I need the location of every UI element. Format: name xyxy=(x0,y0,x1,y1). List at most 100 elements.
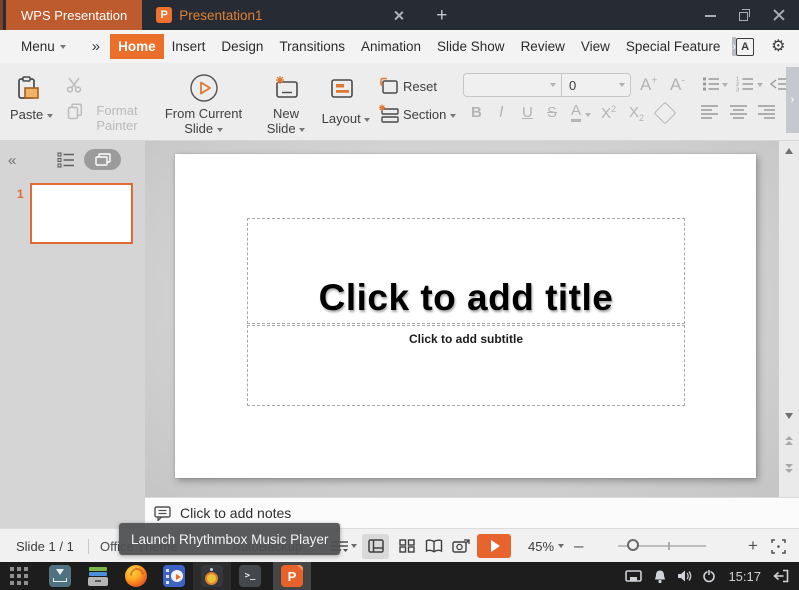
align-center-icon[interactable] xyxy=(730,104,747,119)
superscript-button[interactable]: X2 xyxy=(601,104,616,122)
reading-view-button[interactable] xyxy=(420,534,447,559)
bold-button[interactable]: B xyxy=(471,104,482,121)
reset-icon[interactable] xyxy=(379,77,399,95)
decrease-indent-icon[interactable] xyxy=(770,76,786,92)
tab-special-feature[interactable]: Special Feature xyxy=(618,34,729,59)
paste-button[interactable]: Paste xyxy=(10,107,53,122)
title-placeholder[interactable]: Click to add title xyxy=(247,218,685,324)
zoom-out-button[interactable]: – xyxy=(574,529,583,563)
settings-gear-icon[interactable]: ⚙ xyxy=(771,38,785,55)
zoom-in-button[interactable]: + xyxy=(748,529,758,563)
new-slide-button[interactable]: New Slide xyxy=(258,106,314,136)
tab-close-icon[interactable] xyxy=(393,10,404,21)
restore-icon[interactable] xyxy=(739,9,751,21)
scroll-up-icon[interactable] xyxy=(785,148,793,154)
increase-font-size-button[interactable]: A+ xyxy=(640,75,657,95)
minimize-icon[interactable] xyxy=(705,9,717,21)
font-size-combobox[interactable]: 0 xyxy=(562,74,630,96)
numbered-list-icon[interactable]: 1 2 3 xyxy=(736,76,754,92)
close-icon[interactable] xyxy=(773,9,785,21)
vertical-scrollbar[interactable] xyxy=(779,141,799,497)
cut-icon[interactable] xyxy=(66,77,84,93)
tab-transitions[interactable]: Transitions xyxy=(271,34,353,59)
reset-button[interactable]: Reset xyxy=(403,79,437,94)
next-slide-icon[interactable] xyxy=(785,464,793,473)
font-color-caret-icon[interactable] xyxy=(585,113,591,117)
menu-button[interactable]: Menu xyxy=(21,39,55,54)
taskbar-firefox[interactable] xyxy=(117,562,155,590)
ribbon-overflow-icon[interactable]: » xyxy=(92,38,100,55)
taskbar-video-player[interactable] xyxy=(155,562,193,590)
tab-design[interactable]: Design xyxy=(213,34,271,59)
subtitle-placeholder[interactable]: Click to add subtitle xyxy=(247,325,685,406)
clear-formatting-icon[interactable] xyxy=(653,101,677,125)
slideshow-settings-icon xyxy=(451,538,470,553)
scroll-down-icon[interactable] xyxy=(784,413,793,419)
taskbar-file-manager[interactable] xyxy=(79,562,117,590)
section-button[interactable]: Section xyxy=(403,107,456,122)
new-tab-button[interactable]: + xyxy=(436,6,447,25)
from-current-slide-icon[interactable] xyxy=(189,73,219,103)
align-left-icon[interactable] xyxy=(701,104,718,119)
numbered-list-caret-icon[interactable] xyxy=(757,83,763,87)
bullet-list-caret-icon[interactable] xyxy=(722,83,728,87)
zoom-slider-knob[interactable] xyxy=(627,539,639,551)
copy-icon[interactable] xyxy=(67,103,83,120)
tab-home[interactable]: Home xyxy=(110,34,164,59)
slide[interactable]: Click to add title Click to add subtitle xyxy=(175,154,756,478)
zoom-level[interactable]: 45% xyxy=(528,529,565,563)
tab-review[interactable]: Review xyxy=(513,34,573,59)
normal-view-button[interactable] xyxy=(362,533,389,559)
format-painter-button[interactable]: Format Painter xyxy=(88,103,146,133)
toolbar-expand-button[interactable]: › xyxy=(786,67,799,133)
subscript-button[interactable]: X2 xyxy=(629,104,644,123)
previous-slide-icon[interactable] xyxy=(785,436,793,445)
taskbar-wps-office[interactable]: P xyxy=(273,562,311,590)
font-name-combobox[interactable] xyxy=(464,74,561,96)
collapse-panel-icon[interactable]: « xyxy=(8,152,16,169)
slides-view-icon xyxy=(94,153,111,166)
strikethrough-button[interactable]: S xyxy=(547,104,557,121)
new-slide-icon[interactable] xyxy=(272,75,300,101)
firefox-icon xyxy=(125,565,147,587)
tab-animation[interactable]: Animation xyxy=(353,34,429,59)
italic-button[interactable]: I xyxy=(499,104,503,122)
tab-slide-show[interactable]: Slide Show xyxy=(429,34,513,59)
notifications-bell-icon[interactable] xyxy=(653,569,667,584)
subtitle-placeholder-text: Click to add subtitle xyxy=(408,332,523,346)
font-color-button[interactable]: A xyxy=(571,103,582,122)
app-menu-button[interactable]: WPS Presentation xyxy=(6,0,143,30)
document-tab[interactable]: P Presentation1 xyxy=(142,0,414,30)
paste-icon[interactable] xyxy=(14,75,42,103)
tab-view[interactable]: View xyxy=(573,34,618,59)
outline-view-icon[interactable] xyxy=(57,152,75,168)
section-icon[interactable] xyxy=(378,104,400,124)
layout-icon[interactable] xyxy=(329,77,355,101)
taskbar-rhythmbox[interactable] xyxy=(193,562,231,590)
tab-insert[interactable]: Insert xyxy=(164,34,214,59)
play-slideshow-button[interactable] xyxy=(477,534,511,558)
network-icon[interactable] xyxy=(624,569,643,583)
slide-thumbnail[interactable] xyxy=(30,183,133,244)
notes-icon xyxy=(154,505,171,521)
volume-icon[interactable] xyxy=(677,569,692,583)
session-exit-icon[interactable] xyxy=(773,569,789,583)
underline-button[interactable]: U xyxy=(522,104,533,121)
text-tool-icon[interactable]: A xyxy=(736,37,755,56)
taskbar-terminal[interactable]: >_ xyxy=(231,562,269,590)
from-current-slide-button[interactable]: From Current Slide xyxy=(150,106,257,136)
layout-button[interactable]: Layout xyxy=(316,111,376,126)
clock[interactable]: 15:17 xyxy=(728,569,761,584)
slides-view-toggle[interactable] xyxy=(84,149,121,170)
bullet-list-icon[interactable] xyxy=(702,76,720,92)
align-right-icon[interactable] xyxy=(758,104,775,119)
power-icon[interactable] xyxy=(702,569,716,583)
decrease-font-size-button[interactable]: A- xyxy=(670,75,685,95)
video-player-icon xyxy=(163,565,185,587)
slideshow-settings-button[interactable] xyxy=(447,534,474,559)
app-grid-icon[interactable] xyxy=(10,567,28,585)
zoom-level-caret-icon xyxy=(558,544,565,548)
slide-sorter-button[interactable] xyxy=(393,534,420,559)
fit-to-window-button[interactable] xyxy=(771,529,786,563)
taskbar-software-installer[interactable] xyxy=(41,562,79,590)
